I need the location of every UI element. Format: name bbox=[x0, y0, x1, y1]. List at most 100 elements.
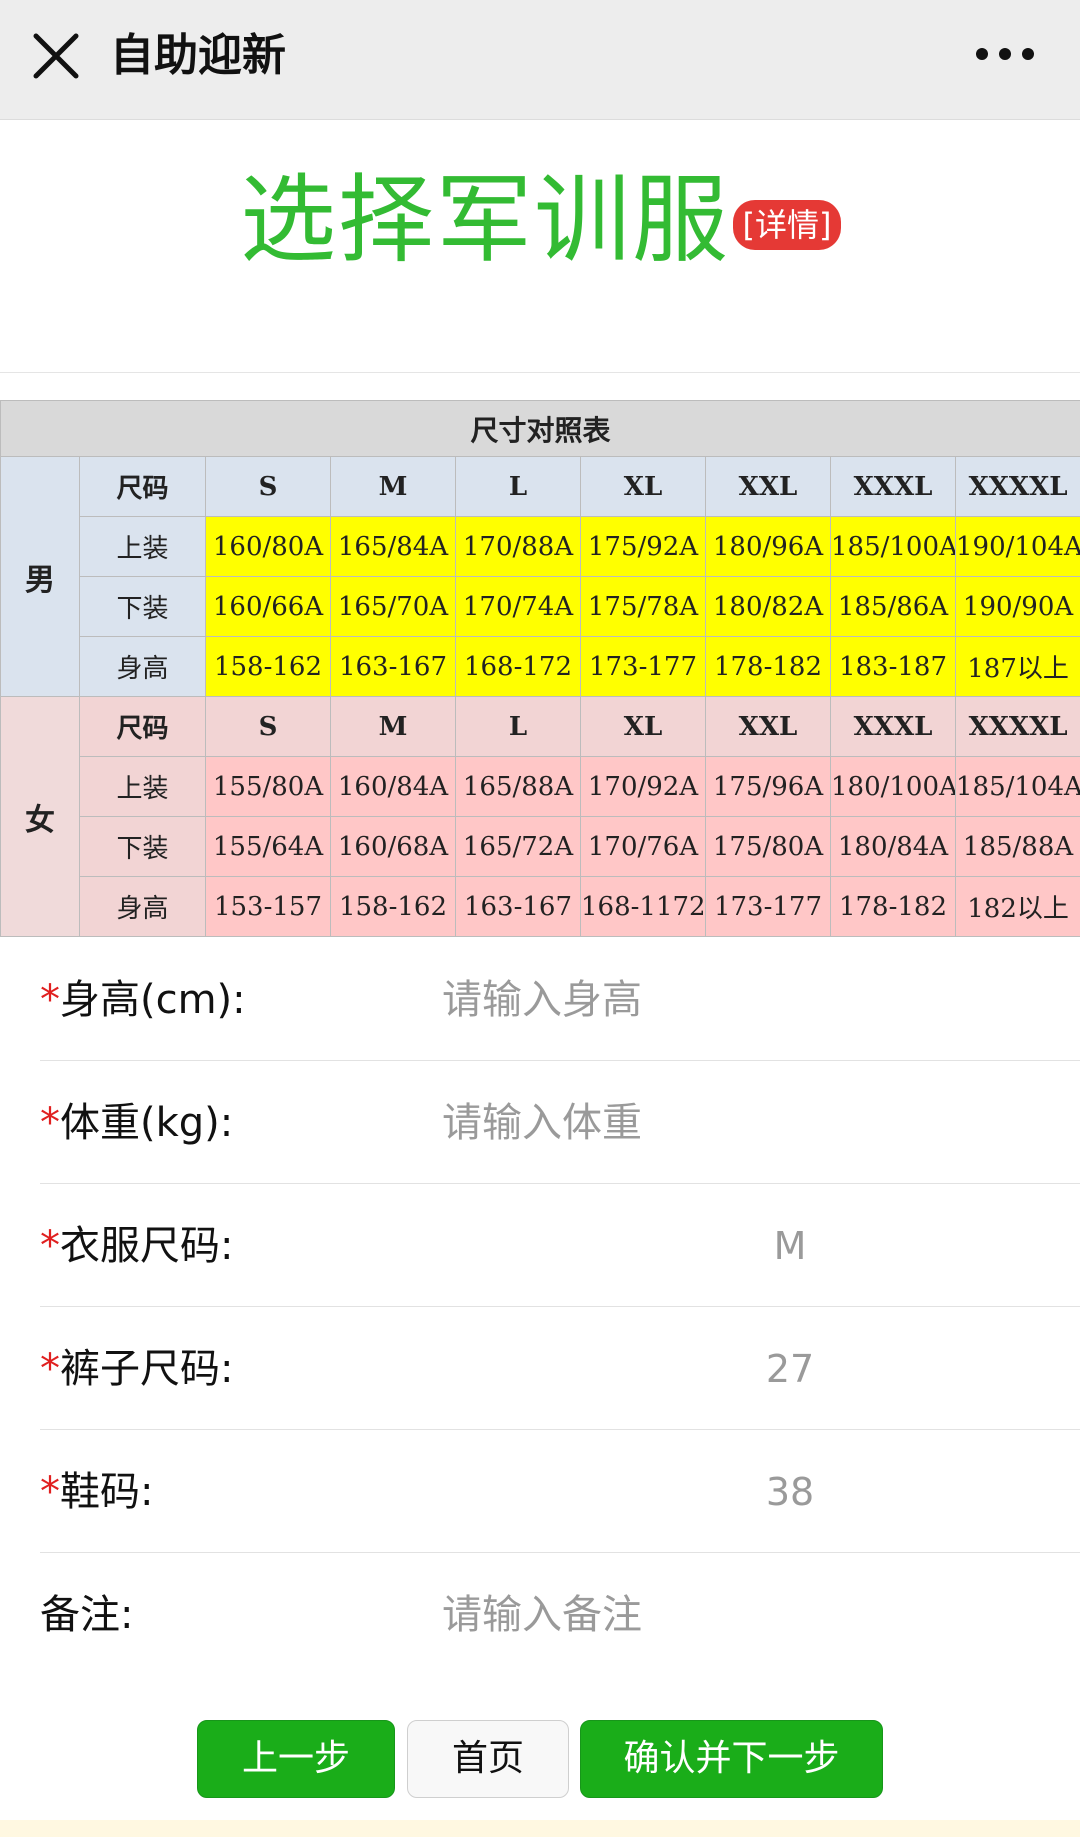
female-size-header: M bbox=[330, 696, 456, 757]
detail-badge[interactable]: [详情] bbox=[733, 200, 841, 250]
shoe-size-label: *鞋码: bbox=[40, 1464, 153, 1520]
remark-input[interactable] bbox=[440, 1579, 1044, 1651]
clothes-size-label: *衣服尺码: bbox=[40, 1218, 233, 1274]
male-cell: 173-177 bbox=[580, 636, 706, 697]
male-cell: 160/80A bbox=[205, 516, 331, 577]
size-chart-caption: 尺寸对照表 bbox=[0, 400, 1080, 457]
female-cell: 170/92A bbox=[580, 756, 706, 817]
female-cell: 173-177 bbox=[705, 876, 831, 937]
male-size-header-label: 尺码 bbox=[79, 456, 206, 517]
shoe-size-label-text: 鞋码: bbox=[60, 1469, 154, 1515]
male-cell: 187以上 bbox=[954, 636, 1080, 697]
close-icon[interactable] bbox=[28, 28, 84, 84]
male-cell: 178-182 bbox=[705, 636, 831, 697]
female-cell: 153-157 bbox=[205, 876, 331, 937]
male-size-header: XXXL bbox=[830, 456, 956, 517]
male-size-header: M bbox=[330, 456, 456, 517]
male-cell: 190/104A bbox=[954, 516, 1080, 577]
female-row-label: 上装 bbox=[79, 756, 206, 817]
male-size-header: XXL bbox=[705, 456, 831, 517]
female-group-label: 女 bbox=[0, 696, 80, 937]
height-label: *身高(cm): bbox=[40, 972, 246, 1028]
male-cell: 170/74A bbox=[455, 576, 581, 637]
male-cell: 180/82A bbox=[705, 576, 831, 637]
clothes-size-picker[interactable]: M bbox=[640, 1218, 940, 1274]
male-cell: 160/66A bbox=[205, 576, 331, 637]
top-bar: 自助迎新 bbox=[0, 0, 1080, 120]
female-row-label: 身高 bbox=[79, 876, 206, 937]
weight-label-text: 体重(kg): bbox=[60, 1100, 234, 1146]
height-input[interactable] bbox=[440, 964, 1044, 1036]
male-cell: 180/96A bbox=[705, 516, 831, 577]
clothes-size-label-text: 衣服尺码: bbox=[60, 1223, 234, 1269]
female-cell: 175/96A bbox=[705, 756, 831, 817]
female-size-header: L bbox=[455, 696, 581, 757]
required-mark: * bbox=[40, 977, 60, 1023]
height-label-text: 身高(cm): bbox=[60, 977, 246, 1023]
remark-row: 备注: bbox=[40, 1553, 1080, 1675]
page-title: 选择军训服 bbox=[240, 164, 730, 276]
female-cell: 178-182 bbox=[830, 876, 956, 937]
pants-size-label: *裤子尺码: bbox=[40, 1341, 233, 1397]
required-mark: * bbox=[40, 1469, 60, 1515]
male-size-header: XL bbox=[580, 456, 706, 517]
female-cell: 185/104A bbox=[954, 756, 1080, 817]
male-cell: 168-172 bbox=[455, 636, 581, 697]
female-cell: 170/76A bbox=[580, 816, 706, 877]
female-size-header-label: 尺码 bbox=[79, 696, 206, 757]
remark-label: 备注: bbox=[40, 1592, 134, 1638]
male-cell: 185/100A bbox=[830, 516, 956, 577]
app-title: 自助迎新 bbox=[110, 30, 286, 81]
male-size-header: XXXXL bbox=[954, 456, 1080, 517]
male-row-label: 身高 bbox=[79, 636, 206, 697]
male-group-label: 男 bbox=[0, 456, 80, 697]
height-row: *身高(cm): bbox=[40, 938, 1080, 1061]
male-row-label: 下装 bbox=[79, 576, 206, 637]
male-cell: 158-162 bbox=[205, 636, 331, 697]
female-size-header: XXXL bbox=[830, 696, 956, 757]
female-cell: 180/84A bbox=[830, 816, 956, 877]
prev-step-button[interactable]: 上一步 bbox=[197, 1720, 395, 1798]
confirm-next-button[interactable]: 确认并下一步 bbox=[580, 1720, 883, 1798]
male-size-header: L bbox=[455, 456, 581, 517]
male-cell: 163-167 bbox=[330, 636, 456, 697]
male-cell: 185/86A bbox=[830, 576, 956, 637]
male-cell: 175/78A bbox=[580, 576, 706, 637]
male-size-header: S bbox=[205, 456, 331, 517]
shoe-size-row: *鞋码: 38 bbox=[40, 1430, 1080, 1553]
more-icon[interactable] bbox=[970, 34, 1040, 74]
size-chart-table: 尺寸对照表 男 尺码 S M L XL XXL XXXL XXXXL 上装 16… bbox=[0, 400, 1080, 937]
female-cell: 180/100A bbox=[830, 756, 956, 817]
male-cell: 165/70A bbox=[330, 576, 456, 637]
female-cell: 158-162 bbox=[330, 876, 456, 937]
female-cell: 165/72A bbox=[455, 816, 581, 877]
male-cell: 190/90A bbox=[954, 576, 1080, 637]
weight-input[interactable] bbox=[440, 1087, 1044, 1159]
weight-row: *体重(kg): bbox=[40, 1061, 1080, 1184]
female-cell: 182以上 bbox=[954, 876, 1080, 937]
bottom-notice-strip bbox=[0, 1820, 1080, 1837]
required-mark: * bbox=[40, 1346, 60, 1392]
male-cell: 183-187 bbox=[830, 636, 956, 697]
pants-size-picker[interactable]: 27 bbox=[640, 1341, 940, 1397]
female-row-label: 下装 bbox=[79, 816, 206, 877]
shoe-size-picker[interactable]: 38 bbox=[640, 1464, 940, 1520]
female-size-header: XXXXL bbox=[954, 696, 1080, 757]
female-size-header: XXL bbox=[705, 696, 831, 757]
required-mark: * bbox=[40, 1100, 60, 1146]
female-cell: 163-167 bbox=[455, 876, 581, 937]
pants-size-label-text: 裤子尺码: bbox=[60, 1346, 234, 1392]
female-cell: 168-1172 bbox=[580, 876, 706, 937]
male-cell: 165/84A bbox=[330, 516, 456, 577]
home-button[interactable]: 首页 bbox=[407, 1720, 569, 1798]
female-cell: 165/88A bbox=[455, 756, 581, 817]
female-cell: 175/80A bbox=[705, 816, 831, 877]
male-row-label: 上装 bbox=[79, 516, 206, 577]
female-cell: 160/84A bbox=[330, 756, 456, 817]
female-cell: 185/88A bbox=[954, 816, 1080, 877]
male-cell: 175/92A bbox=[580, 516, 706, 577]
clothes-size-row: *衣服尺码: M bbox=[40, 1184, 1080, 1307]
pants-size-row: *裤子尺码: 27 bbox=[40, 1307, 1080, 1430]
size-chart: 尺寸对照表 男 尺码 S M L XL XXL XXXL XXXXL 上装 16… bbox=[0, 400, 1080, 937]
female-size-header: XL bbox=[580, 696, 706, 757]
